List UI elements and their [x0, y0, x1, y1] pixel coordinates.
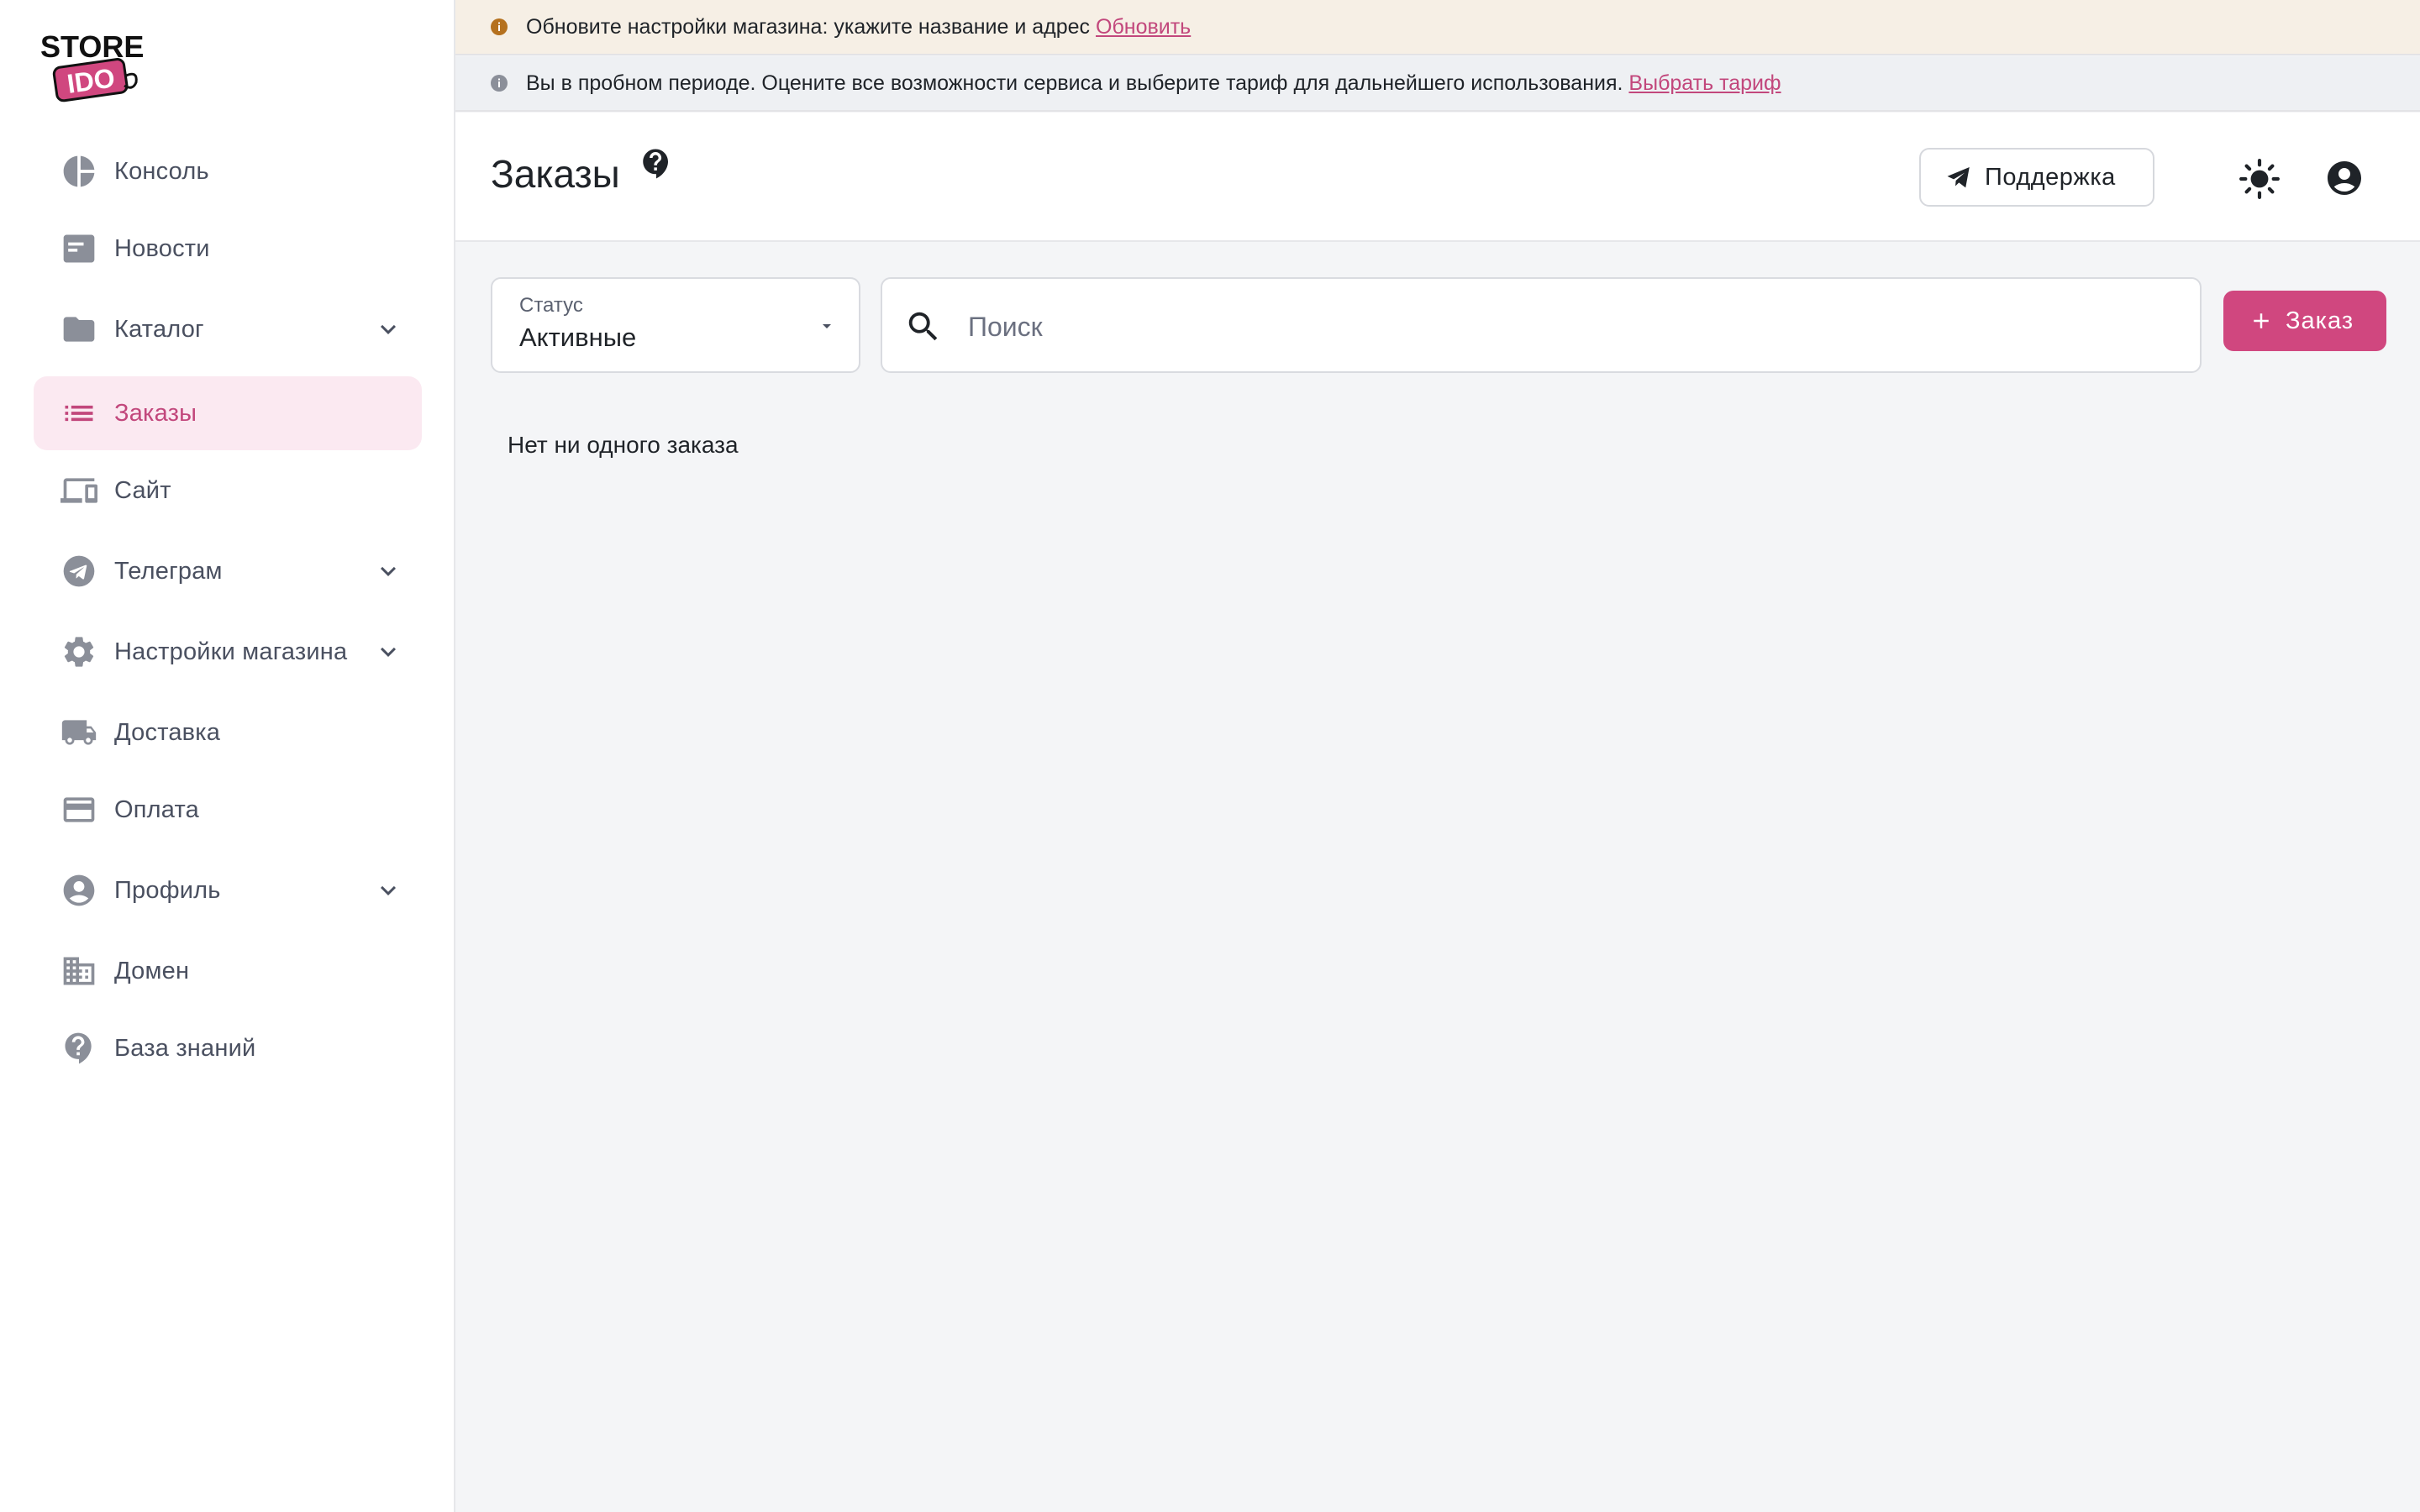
- send-icon: [1947, 166, 1970, 188]
- page-title: Заказы: [491, 152, 620, 196]
- dropdown-arrow-icon: [823, 324, 831, 328]
- sidebar-item-knowledge-base[interactable]: База знаний: [34, 1011, 422, 1085]
- sidebar-item-label: Оплата: [114, 795, 199, 823]
- chevron-down-icon[interactable]: [373, 637, 403, 667]
- sidebar-item-label: Настройки магазина: [114, 638, 348, 665]
- sidebar-item-telegram[interactable]: Телеграм: [34, 534, 422, 608]
- trial-banner: Вы в пробном периоде. Оцените все возмож…: [455, 56, 2420, 112]
- chevron-down-icon[interactable]: [373, 875, 403, 906]
- truck-icon: [60, 714, 97, 751]
- status-select-label: Статус: [519, 294, 583, 317]
- sidebar-item-label: Профиль: [114, 876, 221, 904]
- sidebar-item-catalog[interactable]: Каталог: [34, 292, 422, 366]
- sun-icon[interactable]: [2238, 158, 2281, 200]
- help-icon[interactable]: [639, 146, 674, 181]
- main-area: Обновите настройки магазина: укажите наз…: [455, 0, 2420, 1512]
- settings-banner: Обновите настройки магазина: укажите наз…: [455, 0, 2420, 55]
- folder-icon: [60, 311, 97, 348]
- account-icon[interactable]: [2324, 158, 2365, 198]
- sidebar-item-label: Новости: [114, 234, 210, 262]
- sidebar-item-store-settings[interactable]: Настройки магазина: [34, 615, 422, 689]
- sidebar-item-label: Консоль: [114, 157, 209, 185]
- search-input[interactable]: [966, 301, 2163, 353]
- sidebar-item-domain[interactable]: Домен: [34, 934, 422, 1008]
- search-icon: [908, 312, 938, 341]
- list-icon: [60, 395, 97, 432]
- sidebar-item-label: Сайт: [114, 476, 171, 504]
- status-select-value: Активные: [519, 323, 637, 352]
- gear-icon: [60, 633, 97, 670]
- info-warning-icon: [491, 18, 508, 35]
- sidebar: STORE IDO Консоль Новости Каталог Заказы…: [0, 0, 455, 1512]
- sidebar-item-label: База знаний: [114, 1034, 256, 1062]
- support-button-label: Поддержка: [1985, 163, 2116, 191]
- choose-plan-link[interactable]: Выбрать тариф: [1628, 71, 1781, 95]
- add-order-button[interactable]: Заказ: [2223, 291, 2386, 351]
- sidebar-item-label: Каталог: [114, 315, 204, 343]
- sidebar-item-delivery[interactable]: Доставка: [34, 696, 422, 769]
- update-settings-link[interactable]: Обновить: [1096, 15, 1191, 39]
- pie-chart-icon: [60, 153, 97, 190]
- sidebar-item-orders[interactable]: Заказы: [34, 376, 422, 450]
- news-icon: [60, 230, 97, 267]
- settings-banner-message: Обновите настройки магазина: укажите наз…: [526, 14, 1091, 39]
- sidebar-item-label: Доставка: [114, 718, 221, 746]
- empty-state-message: Нет ни одного заказа: [508, 432, 739, 458]
- info-icon: [491, 75, 508, 92]
- devices-icon: [60, 472, 97, 509]
- page-header: Заказы Поддержка: [455, 113, 2420, 242]
- chevron-down-icon[interactable]: [373, 314, 403, 344]
- trial-banner-text: Вы в пробном периоде. Оцените все возмож…: [526, 71, 1781, 96]
- credit-card-icon: [60, 791, 97, 828]
- trial-banner-message: Вы в пробном периоде. Оцените все возмож…: [526, 71, 1623, 95]
- help-circle-icon: [60, 1030, 97, 1067]
- sidebar-item-label: Заказы: [114, 399, 197, 427]
- plus-icon: [2254, 313, 2269, 328]
- sidebar-item-console[interactable]: Консоль: [34, 134, 422, 208]
- sidebar-item-site[interactable]: Сайт: [34, 454, 422, 528]
- settings-banner-text: Обновите настройки магазина: укажите наз…: [526, 15, 1191, 39]
- chevron-down-icon[interactable]: [373, 556, 403, 586]
- logo-top-text: STORE: [40, 29, 144, 64]
- sidebar-item-news[interactable]: Новости: [34, 212, 422, 286]
- user-circle-icon: [60, 872, 97, 909]
- telegram-icon: [60, 553, 97, 590]
- logo-graphic: STORE IDO: [40, 29, 144, 102]
- sidebar-item-label: Домен: [114, 957, 190, 984]
- search-box: [881, 277, 2202, 373]
- building-icon: [60, 953, 97, 990]
- sidebar-item-payment[interactable]: Оплата: [34, 773, 422, 847]
- store-logo[interactable]: STORE IDO: [39, 29, 173, 108]
- support-button[interactable]: Поддержка: [1919, 148, 2154, 207]
- add-order-label: Заказ: [2286, 307, 2354, 334]
- status-select[interactable]: Статус Активные: [491, 277, 860, 373]
- sidebar-item-profile[interactable]: Профиль: [34, 853, 422, 927]
- sidebar-item-label: Телеграм: [114, 557, 223, 585]
